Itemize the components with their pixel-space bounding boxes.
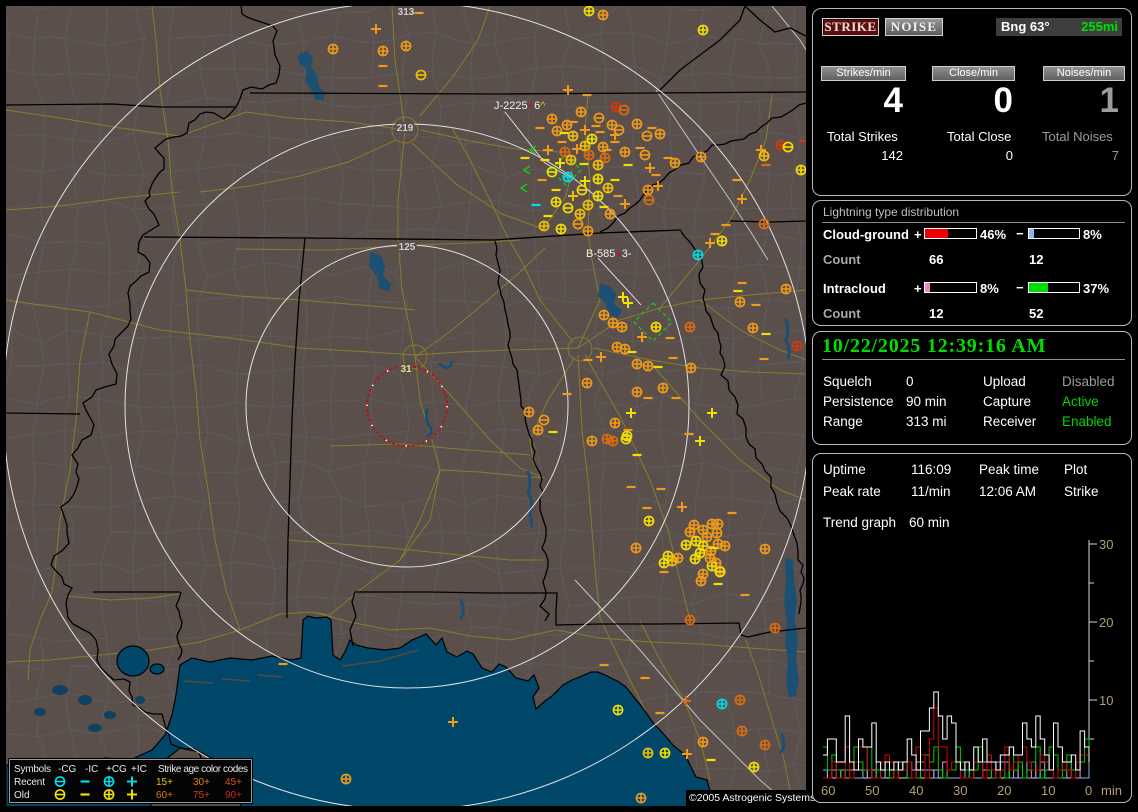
svg-text:125: 125 xyxy=(399,242,416,253)
svg-text:B-585+3-: B-585+3- xyxy=(586,248,632,260)
svg-text:15+: 15+ xyxy=(156,777,173,788)
svg-text:30+: 30+ xyxy=(193,777,210,788)
svg-text:0: 0 xyxy=(1085,783,1092,798)
svg-text:75+: 75+ xyxy=(193,790,210,801)
svg-text:Symbols: Symbols xyxy=(14,764,51,775)
svg-text:10: 10 xyxy=(1041,783,1055,798)
svg-text:-IC: -IC xyxy=(85,764,98,775)
svg-text:90+: 90+ xyxy=(225,790,242,801)
svg-text:60+: 60+ xyxy=(156,790,173,801)
svg-text:50: 50 xyxy=(865,783,879,798)
svg-text:45+: 45+ xyxy=(225,777,242,788)
svg-text:min: min xyxy=(1101,783,1122,798)
svg-text:30: 30 xyxy=(1099,537,1113,552)
svg-text:Recent: Recent xyxy=(14,777,45,788)
svg-text:Strike age color codes: Strike age color codes xyxy=(158,764,248,775)
svg-text:20: 20 xyxy=(997,783,1011,798)
svg-text:219: 219 xyxy=(397,123,414,134)
svg-text:Old: Old xyxy=(14,790,30,801)
svg-text:-CG: -CG xyxy=(58,764,77,775)
svg-text:J-2225+6^: J-2225+6^ xyxy=(494,100,546,112)
svg-text:31: 31 xyxy=(400,364,412,375)
svg-text:+IC: +IC xyxy=(131,764,147,775)
svg-text:60: 60 xyxy=(821,783,835,798)
svg-text:20: 20 xyxy=(1099,615,1113,630)
svg-text:40: 40 xyxy=(909,783,923,798)
svg-text:30: 30 xyxy=(953,783,967,798)
svg-text:313: 313 xyxy=(398,7,415,18)
svg-text:10: 10 xyxy=(1099,693,1113,708)
svg-text:+CG: +CG xyxy=(106,764,127,775)
